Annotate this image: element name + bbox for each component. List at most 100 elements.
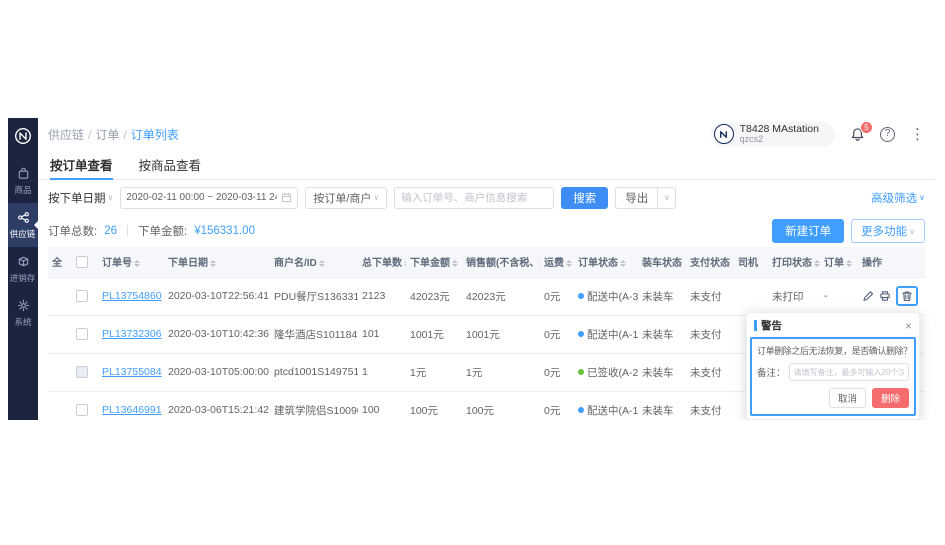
status-text: 已签收(A-2-1) (587, 367, 638, 379)
date-type-select[interactable]: 按下单日期 ∨ (48, 190, 113, 206)
cancel-button[interactable]: 取消 (829, 388, 866, 408)
chevron-down-icon: ∨ (373, 193, 379, 202)
export-split-button: 导出 ∨ (615, 187, 676, 209)
sort-icon[interactable] (404, 260, 406, 268)
more-functions-button[interactable]: 更多功能 ∨ (851, 219, 925, 243)
summary-bar: 订单总数: 26 | 下单金额: ¥156331.00 新建订单 更多功能 ∨ (38, 215, 935, 247)
col-load-status: 装车状态 (638, 247, 686, 277)
col-order-date[interactable]: 下单日期 (164, 247, 270, 277)
filter-bar: 按下单日期 ∨ 按订单/商户 ∨ 搜索 导出 ∨ (38, 180, 935, 215)
breadcrumb-supply-chain[interactable]: 供应链 (48, 128, 84, 142)
tab-product-view[interactable]: 按商品查看 (139, 150, 202, 179)
status-text: 配送中(A-1-1) (587, 405, 638, 417)
notification-badge: 5 (860, 121, 873, 134)
topbar: 供应链/订单/订单列表 T8428 MAstation qzcs2 (38, 118, 935, 150)
tab-order-view[interactable]: 按订单查看 (50, 150, 113, 179)
edit-icon[interactable] (862, 290, 874, 302)
delete-trash-icon[interactable] (901, 290, 913, 302)
sort-icon[interactable] (319, 260, 325, 268)
supply-chain-icon (17, 211, 30, 224)
chevron-down-icon: ∨ (909, 227, 915, 236)
order-id-link[interactable]: PL13754860 (102, 290, 162, 302)
sort-icon[interactable] (846, 260, 852, 268)
sidebar-item-inventory[interactable]: 进销存 (8, 247, 38, 291)
table-header-row: 全 订单号 下单日期 商户名/ID 总下单数 下单金额 销售额(不含税、运) 运… (48, 247, 925, 277)
date-range-input[interactable] (126, 192, 277, 203)
status-dot (578, 293, 584, 299)
sidebar-item-label: 进销存 (10, 271, 36, 283)
selected-element-highlight (896, 286, 918, 306)
keyword-search-input[interactable] (394, 187, 554, 209)
sort-icon[interactable] (620, 260, 626, 268)
calendar-icon (281, 192, 292, 203)
chevron-down-icon: ∨ (108, 193, 114, 202)
export-button[interactable]: 导出 (615, 187, 658, 209)
status-text: 配送中(A-3-1) (587, 291, 638, 303)
avatar (714, 124, 734, 144)
order-id-link[interactable]: PL13755084 (102, 366, 162, 378)
notification-bell-icon[interactable]: 5 (850, 127, 865, 142)
more-menu-icon[interactable]: ⋮ (910, 127, 925, 142)
col-freight[interactable]: 运费 (540, 247, 574, 277)
col-order-source[interactable]: 订单 (820, 247, 858, 277)
row-checkbox[interactable] (76, 290, 88, 302)
col-order-status[interactable]: 订单状态 (574, 247, 638, 277)
order-amount-label: 下单金额: (138, 223, 187, 239)
col-pay-status: 支付状态 (686, 247, 734, 277)
dialog-accent-bar (754, 320, 757, 331)
dialog-header: 警告 × (747, 313, 919, 337)
date-range-picker[interactable] (120, 187, 298, 209)
dialog-body-highlight: 订单删除之后无法恢复，是否确认删除？ 备注： 取消 删除 (750, 337, 916, 416)
col-total-count[interactable]: 总下单数 (358, 247, 406, 277)
col-print-status[interactable]: 打印状态 (768, 247, 820, 277)
advanced-filter-link[interactable]: 高级筛选 ∨ (871, 190, 925, 206)
sidebar-item-label: 商品 (14, 183, 31, 195)
order-id-link[interactable]: PL13646991 (102, 404, 162, 416)
keyword-type-select[interactable]: 按订单/商户 ∨ (305, 187, 387, 209)
sort-icon[interactable] (814, 260, 820, 268)
row-checkbox[interactable] (76, 404, 88, 416)
sort-icon[interactable] (452, 260, 458, 268)
sort-icon[interactable] (210, 260, 216, 268)
search-button[interactable]: 搜索 (561, 187, 608, 209)
user-account-chip[interactable]: T8428 MAstation qzcs2 (711, 122, 835, 147)
sidebar-item-label: 系统 (14, 315, 31, 327)
help-icon[interactable]: ? (880, 127, 895, 142)
sidebar-item-label: 供应链 (10, 227, 36, 239)
delete-button[interactable]: 删除 (872, 388, 909, 408)
sort-icon[interactable] (134, 260, 140, 268)
row-checkbox[interactable] (76, 328, 88, 340)
breadcrumb-orders[interactable]: 订单 (95, 128, 119, 142)
app-window: 商品 供应链 进销存 系统 (8, 118, 935, 420)
sort-icon[interactable] (566, 260, 572, 268)
row-checkbox-disabled (76, 366, 88, 378)
sidebar-item-system[interactable]: 系统 (8, 291, 38, 335)
remark-label: 备注： (757, 365, 786, 379)
select-all-checkbox[interactable] (76, 256, 88, 268)
status-dot (578, 331, 584, 337)
main-area: 供应链/订单/订单列表 T8428 MAstation qzcs2 (38, 118, 935, 420)
export-dropdown-icon[interactable]: ∨ (658, 187, 676, 209)
close-icon[interactable]: × (905, 320, 912, 332)
sidebar-item-supply-chain[interactable]: 供应链 (8, 203, 38, 247)
order-total-label: 订单总数: (48, 223, 97, 239)
col-sales-amount[interactable]: 销售额(不含税、运) (462, 247, 540, 277)
print-icon[interactable] (879, 290, 891, 302)
status-dot (578, 407, 584, 413)
row-actions (862, 286, 921, 306)
goods-icon (17, 167, 30, 180)
order-amount-value: ¥156331.00 (194, 225, 255, 237)
col-merchant[interactable]: 商户名/ID (270, 247, 358, 277)
breadcrumb: 供应链/订单/订单列表 (48, 126, 179, 143)
remark-input[interactable] (789, 363, 909, 381)
col-actions: 操作 (858, 247, 925, 277)
col-order-amount[interactable]: 下单金额 (406, 247, 462, 277)
breadcrumb-order-list: 订单列表 (131, 128, 179, 142)
col-order-id[interactable]: 订单号 (98, 247, 164, 277)
user-id: qzcs2 (740, 135, 819, 145)
order-id-link[interactable]: PL13732306 (102, 328, 162, 340)
inventory-box-icon (17, 255, 30, 268)
sidebar-item-goods[interactable]: 商品 (8, 159, 38, 203)
dialog-buttons: 取消 删除 (757, 388, 909, 408)
new-order-button[interactable]: 新建订单 (772, 219, 844, 243)
